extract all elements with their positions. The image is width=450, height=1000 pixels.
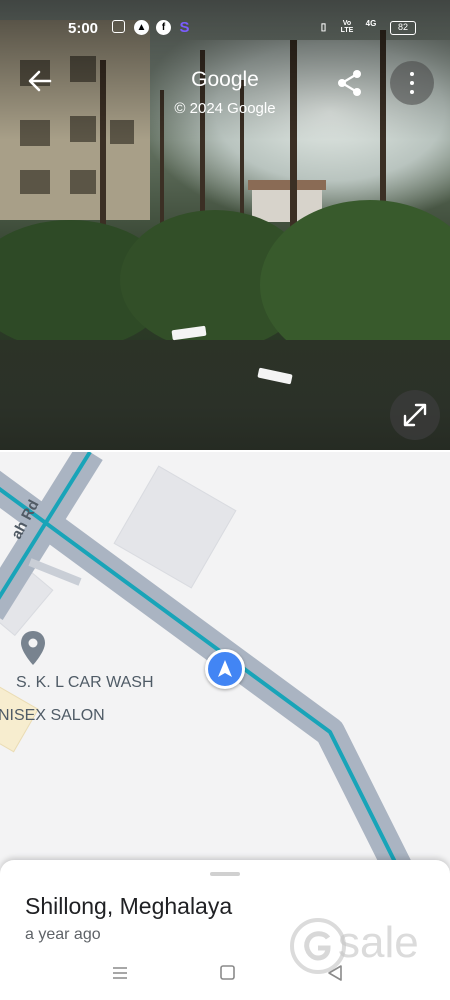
status-time: 5:00 xyxy=(68,20,99,37)
capture-date: a year ago xyxy=(25,926,101,943)
instagram-icon xyxy=(112,20,125,33)
s-app-icon: S xyxy=(179,19,190,36)
a-app-icon: ▲ xyxy=(134,20,149,35)
menu-icon[interactable] xyxy=(110,963,130,983)
location-arrow-icon xyxy=(205,649,245,689)
signal-4g-icon: 4G xyxy=(365,19,377,28)
place-pin-icon[interactable] xyxy=(20,630,46,666)
street-view-title: Google xyxy=(191,68,259,91)
street-view-header: Google © 2024 Google xyxy=(0,55,450,125)
volte-icon: Vo LTE xyxy=(340,20,354,34)
copyright-text: © 2024 Google xyxy=(174,100,276,117)
place-label-car-wash[interactable]: S. K. L CAR WASH xyxy=(16,674,154,692)
map-view[interactable]: ah Rd S. K. L CAR WASH NISEX SALON xyxy=(0,450,450,870)
vibrate-icon: ▯ xyxy=(320,22,327,33)
system-nav-bar xyxy=(0,955,450,990)
screen: 5:00 ▲ f S ▯ Vo LTE 4G 82 Google © 2024 … xyxy=(0,0,450,1000)
share-icon[interactable] xyxy=(330,63,370,103)
drag-handle[interactable] xyxy=(210,872,240,876)
facebook-icon: f xyxy=(156,20,171,35)
home-square-icon[interactable] xyxy=(218,963,238,983)
status-bar: 5:00 ▲ f S ▯ Vo LTE 4G 82 xyxy=(0,14,450,42)
back-triangle-icon[interactable] xyxy=(325,963,345,983)
expand-icon[interactable] xyxy=(390,390,440,440)
place-name: Shillong, Meghalaya xyxy=(25,893,233,919)
more-vert-icon[interactable] xyxy=(390,61,434,105)
ground xyxy=(0,340,450,450)
place-label-salon[interactable]: NISEX SALON xyxy=(0,707,105,725)
battery-icon: 82 xyxy=(390,21,416,35)
